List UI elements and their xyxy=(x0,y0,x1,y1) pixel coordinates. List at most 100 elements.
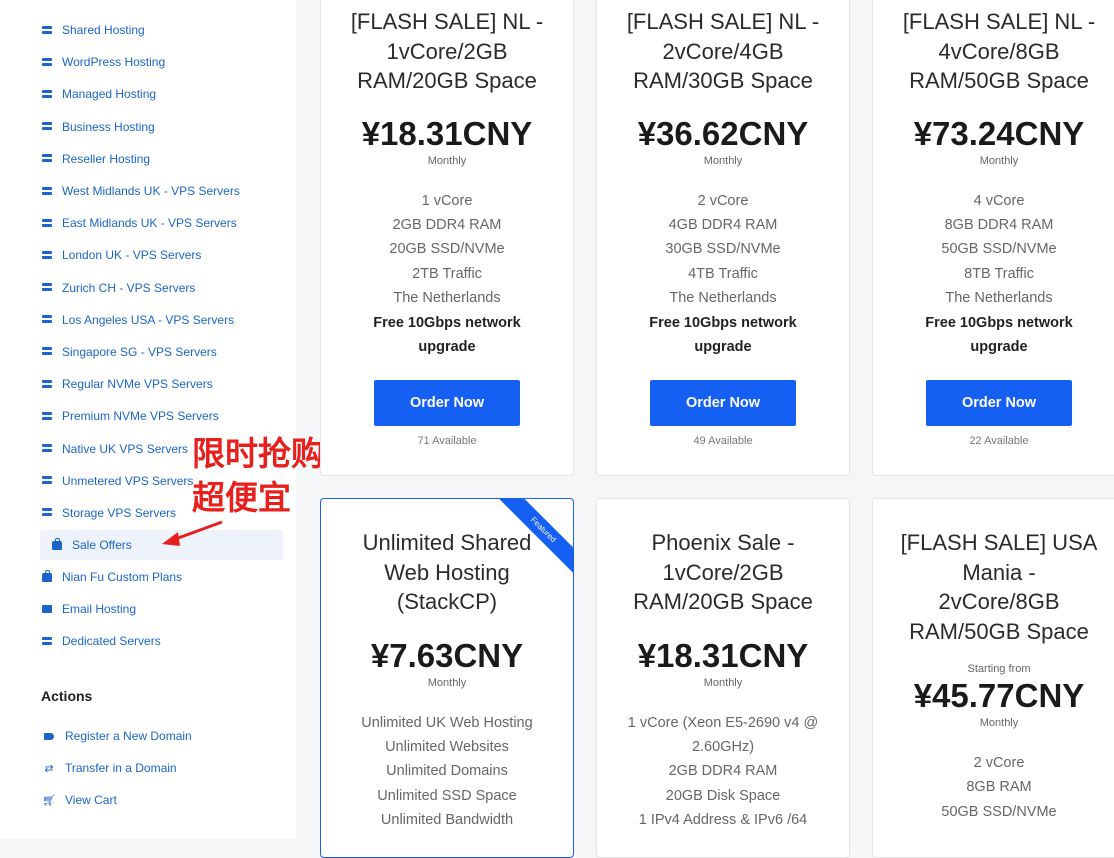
view-cart-link[interactable]: 🛒︎ View Cart xyxy=(42,784,272,816)
category-shared-hosting[interactable]: Shared Hosting xyxy=(30,14,286,46)
server-icon xyxy=(42,218,52,228)
category-email-hosting[interactable]: Email Hosting xyxy=(30,593,286,625)
action-label: Register a New Domain xyxy=(65,729,192,743)
transfer-icon: ⇄ xyxy=(44,762,54,775)
category-label: Storage VPS Servers xyxy=(62,505,177,520)
server-icon xyxy=(42,444,52,454)
category-label: Native UK VPS Servers xyxy=(62,441,189,456)
server-icon xyxy=(42,122,52,132)
server-icon xyxy=(42,186,52,196)
feature-list: 2 vCore 8GB RAM 50GB SSD/NVMe xyxy=(941,755,1057,820)
product-title: Unlimited Shared Web Hosting (StackCP) xyxy=(362,530,532,614)
category-reseller-hosting[interactable]: Reseller Hosting xyxy=(30,143,286,175)
product-card: Phoenix Sale -1vCore/2GB RAM/20GB Space ¥… xyxy=(596,498,850,858)
category-label: London UK - VPS Servers xyxy=(62,248,202,263)
feature-list: 1 vCore 2GB DDR4 RAM 20GB SSD/NVMe 2TB T… xyxy=(373,192,521,355)
category-label: Sale Offers xyxy=(72,538,132,552)
product-price: ¥73.24CNY xyxy=(913,114,1085,152)
category-label: Managed Hosting xyxy=(62,87,157,102)
category-premium-nvme-vps[interactable]: Premium NVMe VPS Servers xyxy=(30,400,286,432)
category-label: Los Angeles USA - VPS Servers xyxy=(62,312,235,327)
product-title: Phoenix Sale -1vCore/2GB RAM/20GB Space xyxy=(633,530,813,614)
category-label: Singapore SG - VPS Servers xyxy=(62,344,217,359)
server-icon xyxy=(42,283,52,293)
server-icon xyxy=(42,476,52,486)
shopping-bag-icon xyxy=(52,537,62,550)
category-label: East Midlands UK - VPS Servers xyxy=(62,216,237,231)
availability: 22 Available xyxy=(969,435,1029,448)
action-label: View Cart xyxy=(65,793,117,807)
product-title: [FLASH SALE] USA Mania -2vCore/8GB RAM/50G… xyxy=(900,530,1098,644)
category-label: Zurich CH - VPS Servers xyxy=(62,280,196,295)
server-icon xyxy=(42,315,52,325)
category-label: WordPress Hosting xyxy=(62,55,166,70)
product-title: [FLASH SALE] NL -2vCore/4GB RAM/30GB Spac… xyxy=(626,9,820,93)
product-card: [FLASH SALE] NL -1vCore/2GB RAM/20GB Spac… xyxy=(320,0,574,476)
category-label: Shared Hosting xyxy=(62,23,145,38)
product-price: ¥7.63CNY xyxy=(370,636,524,674)
product-price: ¥18.31CNY xyxy=(361,114,533,152)
actions-heading: Actions xyxy=(41,688,93,704)
action-label: Transfer in a Domain xyxy=(65,761,177,775)
server-icon xyxy=(42,250,52,260)
category-label: Regular NVMe VPS Servers xyxy=(62,377,213,392)
server-icon xyxy=(42,25,52,35)
server-icon xyxy=(42,379,52,389)
billing-cycle: Monthly xyxy=(427,676,467,689)
category-east-midlands-vps[interactable]: East Midlands UK - VPS Servers xyxy=(30,207,286,239)
category-label: Nian Fu Custom Plans xyxy=(62,570,183,585)
category-singapore-vps[interactable]: Singapore SG - VPS Servers xyxy=(30,336,286,368)
category-dedicated-servers[interactable]: Dedicated Servers xyxy=(30,625,286,657)
category-label: Dedicated Servers xyxy=(62,634,161,649)
billing-cycle: Monthly xyxy=(979,154,1019,167)
product-card: [FLASH SALE] USA Mania -2vCore/8GB RAM/50G… xyxy=(872,498,1114,858)
category-business-hosting[interactable]: Business Hosting xyxy=(30,111,286,143)
actions-list: Register a New Domain ⇄ Transfer in a Dom… xyxy=(42,720,272,816)
billing-cycle: Monthly xyxy=(703,676,743,689)
product-price: ¥36.62CNY xyxy=(637,114,809,152)
order-now-button[interactable]: Order Now xyxy=(926,380,1072,427)
availability: 49 Available xyxy=(693,435,753,448)
feature-list: 1 vCore (Xeon E5-2690 v4 @ 2.60GHz) 2GB … xyxy=(627,714,819,829)
tag-icon xyxy=(42,732,56,740)
red-arrow-icon xyxy=(162,520,223,546)
server-icon xyxy=(42,154,52,164)
server-icon xyxy=(42,347,52,357)
transfer-domain-link[interactable]: ⇄ Transfer in a Domain xyxy=(42,752,272,784)
billing-cycle: Monthly xyxy=(979,717,1019,729)
category-nian-fu-custom-plans[interactable]: Nian Fu Custom Plans xyxy=(30,561,286,593)
category-label: West Midlands UK - VPS Servers xyxy=(62,184,240,199)
category-zurich-vps[interactable]: Zurich CH - VPS Servers xyxy=(30,272,286,304)
product-card: [FLASH SALE] NL -4vCore/8GB RAM/50GB Spac… xyxy=(872,0,1114,476)
feature-list: 2 vCore 4GB DDR4 RAM 30GB SSD/NVMe 4TB T… xyxy=(649,192,797,355)
category-west-midlands-vps[interactable]: West Midlands UK - VPS Servers xyxy=(30,175,286,207)
feature-list: Unlimited UK Web Hosting Unlimited Websi… xyxy=(361,714,533,829)
category-list: Shared Hosting WordPress Hosting Managed… xyxy=(30,14,286,658)
category-managed-hosting[interactable]: Managed Hosting xyxy=(30,78,286,110)
server-icon xyxy=(42,57,52,67)
category-london-vps[interactable]: London UK - VPS Servers xyxy=(30,239,286,271)
category-label: Business Hosting xyxy=(62,119,155,134)
category-label: Unmetered VPS Servers xyxy=(62,473,194,488)
product-title: [FLASH SALE] NL -1vCore/2GB RAM/20GB Spac… xyxy=(350,9,544,93)
order-now-button[interactable]: Order Now xyxy=(374,380,520,427)
server-icon xyxy=(42,411,52,421)
product-price: ¥18.31CNY xyxy=(637,636,809,674)
sidebar: Shared Hosting WordPress Hosting Managed… xyxy=(0,0,296,839)
product-title: [FLASH SALE] NL -4vCore/8GB RAM/50GB Spac… xyxy=(902,9,1096,93)
envelope-icon xyxy=(42,604,52,614)
order-now-button[interactable]: Order Now xyxy=(650,380,796,427)
starting-from-label: Starting from xyxy=(967,663,1031,675)
category-label: Email Hosting xyxy=(62,602,137,617)
cart-icon: 🛒︎ xyxy=(42,794,56,807)
billing-cycle: Monthly xyxy=(703,154,743,167)
category-los-angeles-vps[interactable]: Los Angeles USA - VPS Servers xyxy=(30,304,286,336)
category-wordpress-hosting[interactable]: WordPress Hosting xyxy=(30,46,286,78)
register-domain-link[interactable]: Register a New Domain xyxy=(42,720,272,752)
category-label: Premium NVMe VPS Servers xyxy=(62,409,219,424)
product-card: [FLASH SALE] NL -2vCore/4GB RAM/30GB Spac… xyxy=(596,0,850,476)
category-regular-nvme-vps[interactable]: Regular NVMe VPS Servers xyxy=(30,368,286,400)
category-label: Reseller Hosting xyxy=(62,151,151,166)
availability: 71 Available xyxy=(417,435,477,448)
server-icon xyxy=(42,636,52,646)
